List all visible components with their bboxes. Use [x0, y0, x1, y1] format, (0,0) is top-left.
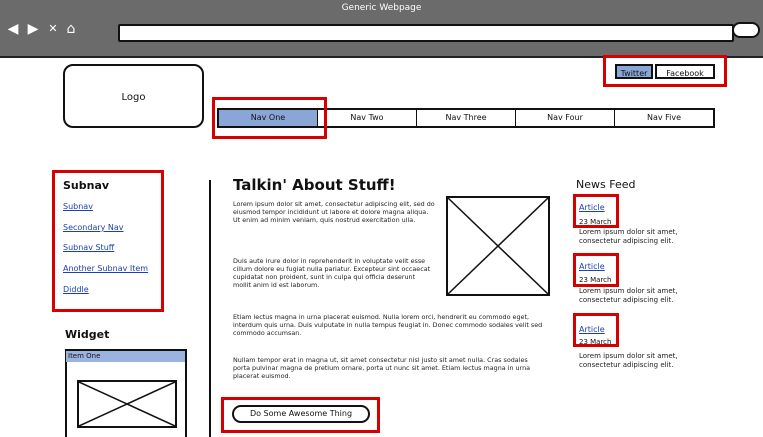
cta-button[interactable]: Do Some Awesome Thing: [232, 405, 370, 423]
article-summary: Lorem ipsum dolor sit amet, consectetur …: [579, 352, 678, 369]
article-date: 23 March: [579, 338, 612, 346]
article-summary: Lorem ipsum dolor sit amet, consectetur …: [579, 287, 678, 304]
paragraph: Duis aute irure dolor in reprehenderit i…: [233, 257, 431, 289]
subnav-link[interactable]: Secondary Nav: [63, 223, 124, 232]
subnav-link[interactable]: Another Subnav Item: [63, 264, 148, 273]
image-placeholder: [446, 196, 550, 296]
subnav-title: Subnav: [63, 179, 110, 192]
widget-title: Widget: [65, 328, 110, 341]
nav-item-two[interactable]: Nav Two: [318, 110, 417, 126]
widget-image-placeholder: [77, 380, 177, 428]
close-x-icon[interactable]: ✕: [46, 22, 60, 36]
image-placeholder-icon: [448, 198, 548, 294]
article-link[interactable]: Article: [579, 203, 605, 212]
nav-item-three[interactable]: Nav Three: [417, 110, 516, 126]
address-bar[interactable]: [118, 24, 734, 42]
home-icon[interactable]: ⌂: [64, 22, 78, 36]
article-summary: Lorem ipsum dolor sit amet, consectetur …: [579, 228, 678, 245]
forward-arrow-icon[interactable]: ▶: [26, 22, 40, 36]
paragraph: Nullam tempor erat in magna ut, sit amet…: [233, 356, 531, 380]
nav-item-five[interactable]: Nav Five: [615, 110, 713, 126]
nav-highlight: [212, 97, 327, 139]
page-heading: Talkin' About Stuff!: [233, 176, 396, 194]
divider: [209, 180, 211, 437]
article-date: 23 March: [579, 218, 612, 226]
widget-item[interactable]: Item One: [66, 351, 185, 362]
search-icon[interactable]: [732, 22, 760, 38]
article-link[interactable]: Article: [579, 262, 605, 271]
subnav-link[interactable]: Diddle: [63, 285, 89, 294]
subnav-link[interactable]: Subnav Stuff: [63, 243, 114, 252]
article-date: 23 March: [579, 276, 612, 284]
back-arrow-icon[interactable]: ◀: [6, 22, 20, 36]
image-placeholder-icon: [79, 382, 175, 426]
nav-item-four[interactable]: Nav Four: [516, 110, 615, 126]
twitter-button[interactable]: Twitter: [615, 64, 653, 79]
article-link[interactable]: Article: [579, 325, 605, 334]
facebook-button[interactable]: Facebook: [655, 64, 715, 79]
paragraph: Lorem ipsum dolor sit amet, consectetur …: [233, 200, 435, 224]
logo: Logo: [63, 64, 204, 128]
paragraph: Etiam lectus magna in urna placerat euis…: [233, 313, 543, 337]
window-title: Generic Webpage: [341, 3, 422, 13]
subnav-link[interactable]: Subnav: [63, 202, 93, 211]
news-feed-title: News Feed: [576, 178, 636, 191]
